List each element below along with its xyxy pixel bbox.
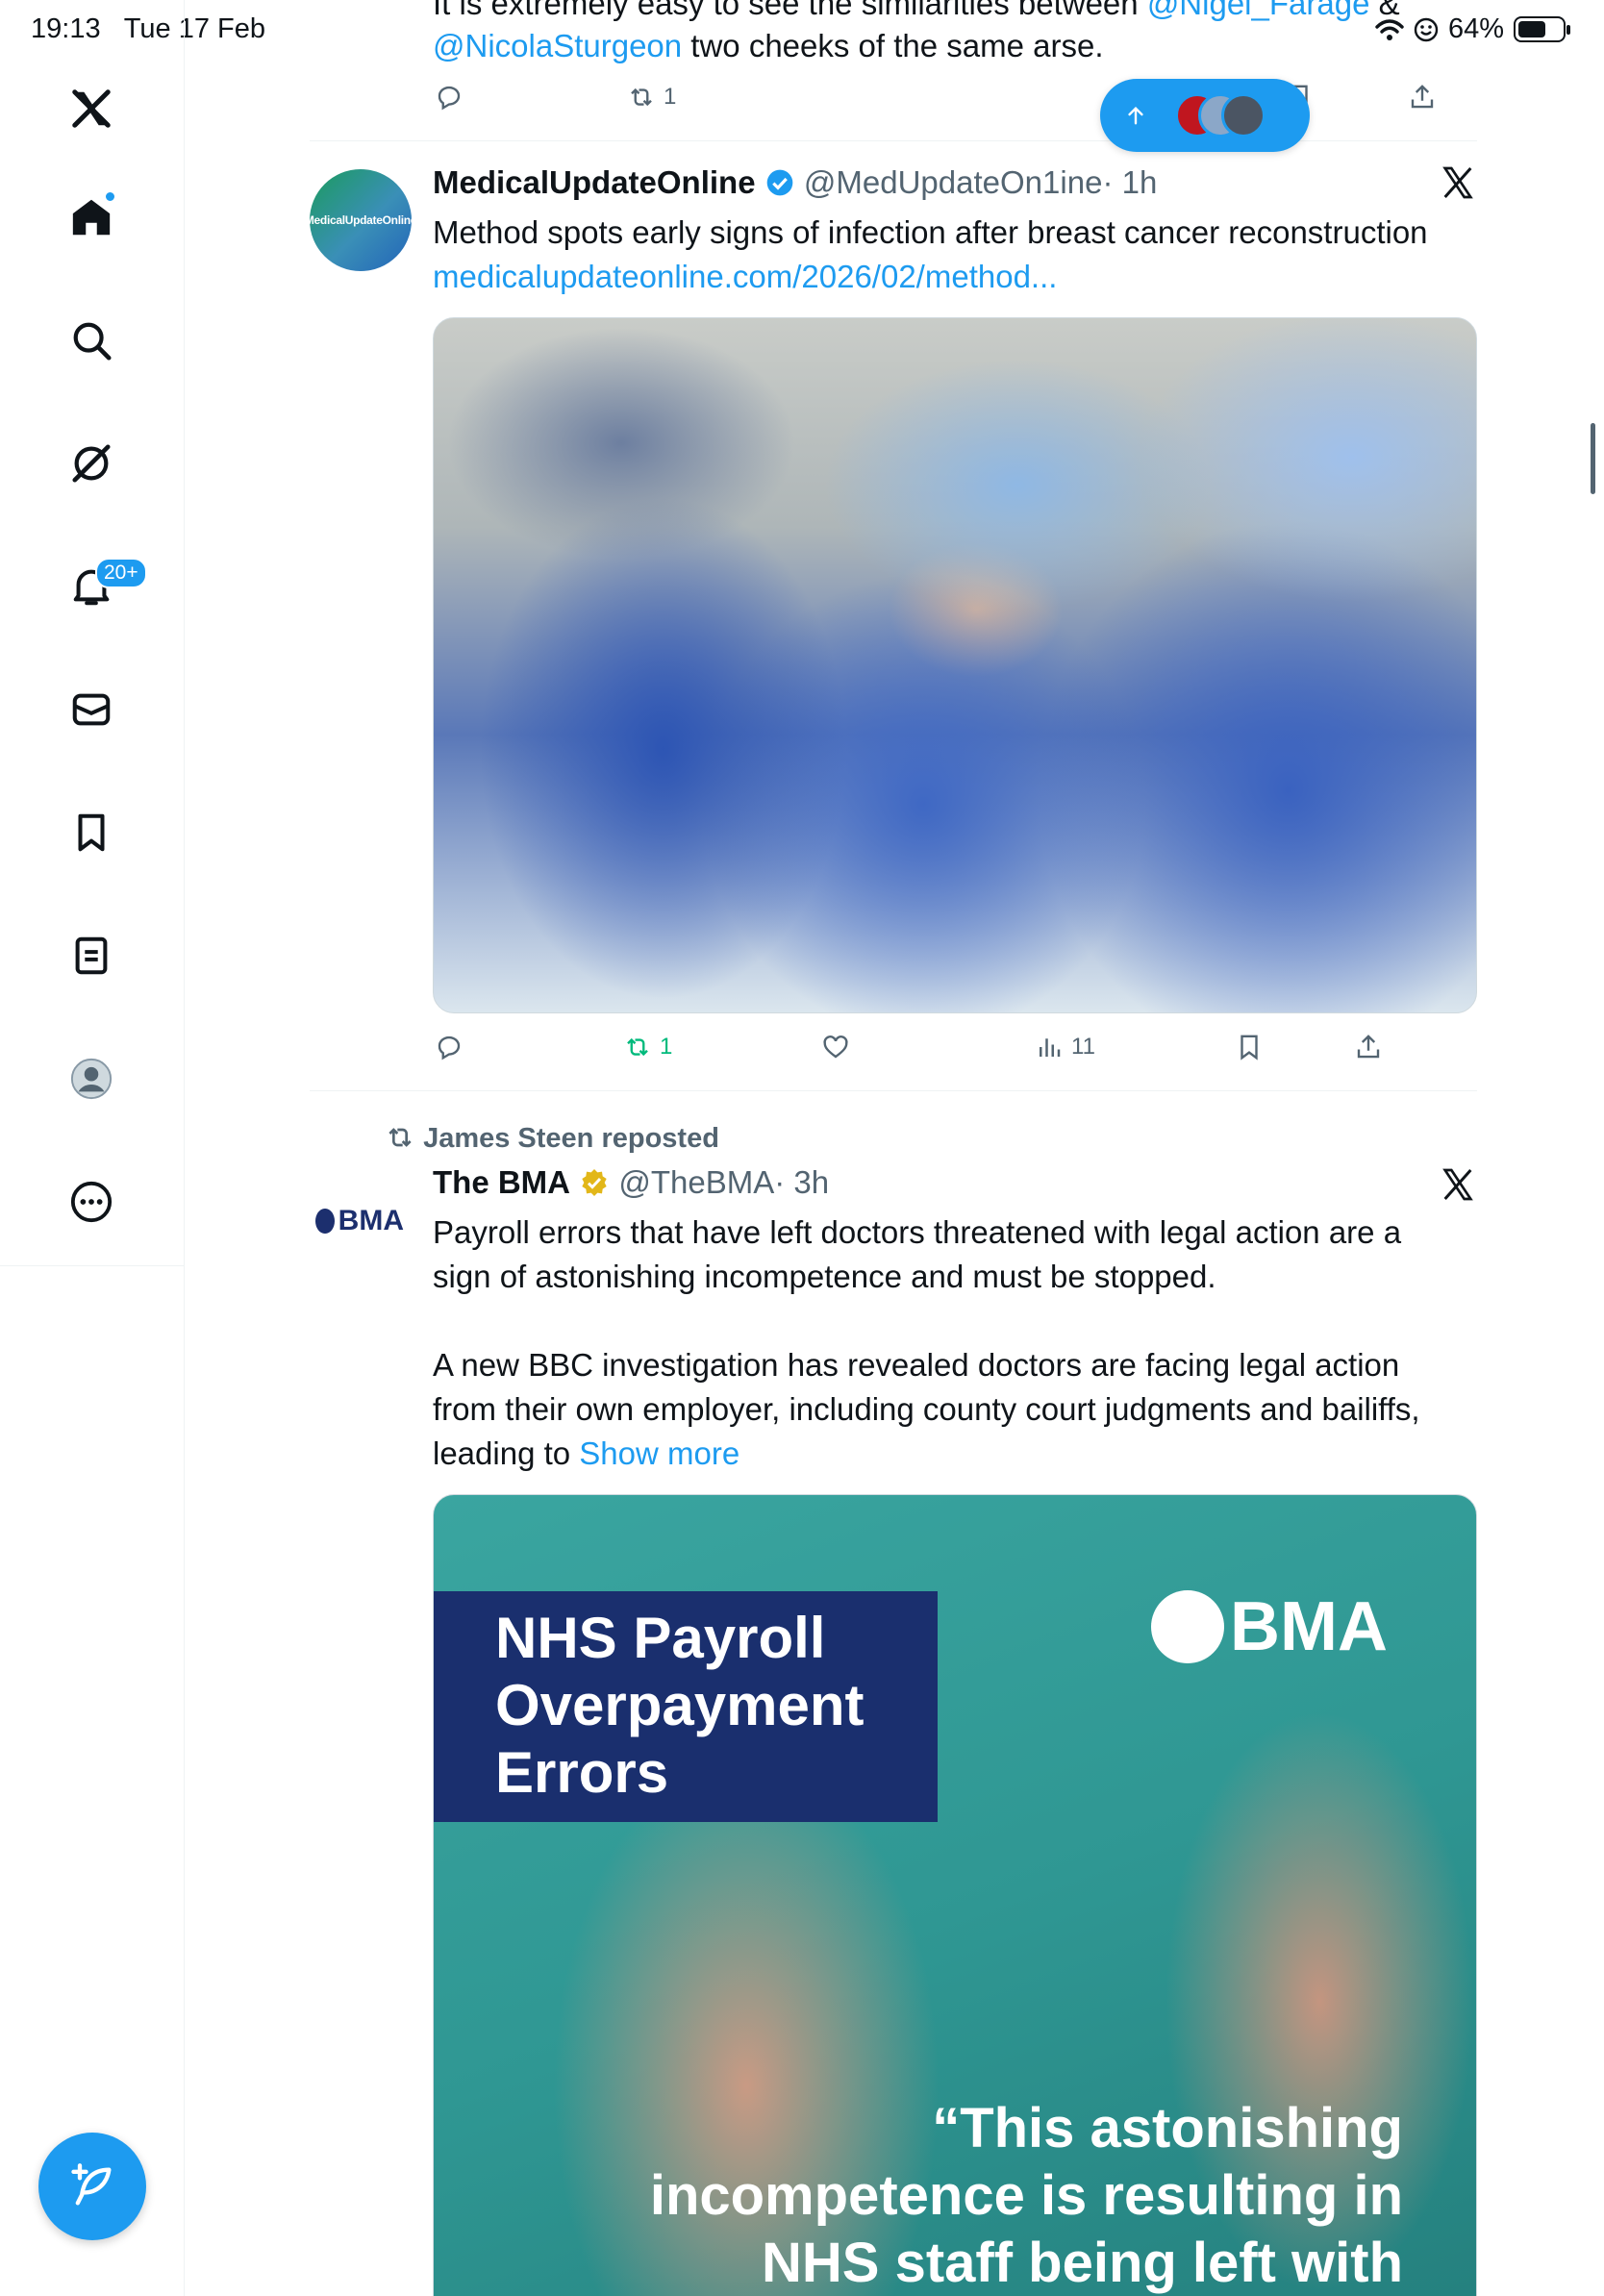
bma-logo-mark (315, 1209, 335, 1234)
image-headline-line: Errors (495, 1740, 669, 1805)
tweet-text-line: sign of astonishing incompetence and mus… (433, 1259, 1216, 1294)
image-quote-line: NHS staff being left with (762, 2232, 1403, 2294)
share-icon (1411, 85, 1434, 109)
bma-logo-text: BMA (1230, 1588, 1388, 1665)
image-quote: “This astonishing incompetence is result… (650, 2095, 1403, 2296)
pill-avatar (1221, 93, 1266, 137)
reply-button[interactable] (435, 1033, 464, 1061)
lists-icon[interactable] (61, 925, 122, 986)
sidebar: 20+ (0, 0, 185, 2296)
like-button[interactable] (821, 1033, 850, 1061)
repost-button[interactable]: 1 (627, 83, 676, 112)
previous-tweet-text-line2: @NicolaSturgeon two cheeks of the same a… (433, 28, 1104, 63)
author-name[interactable]: The BMA (433, 1164, 570, 1200)
tweet-text-line: from their own employer, including count… (433, 1391, 1420, 1427)
previous-tweet-actions: 1 32 (433, 83, 1477, 121)
notifications-bell-icon[interactable]: 20+ (61, 556, 147, 617)
repost-button[interactable]: 1 (623, 1033, 672, 1061)
sidebar-divider (0, 1265, 185, 1266)
author-handle[interactable]: @TheBMA (618, 1164, 774, 1200)
show-more-link[interactable]: Show more (579, 1435, 739, 1471)
avatar-logo-text: MedicalUpdateOnline (304, 213, 417, 227)
x-logo-icon[interactable] (61, 78, 122, 139)
tweet-text-line: A new BBC investigation has revealed doc… (433, 1347, 1400, 1383)
image-headline-line: NHS Payroll (495, 1606, 826, 1670)
repost-context: James Steen reposted (385, 1119, 719, 1158)
image-quote-line: “This astonishing (932, 2097, 1403, 2159)
repost-icon (631, 87, 652, 107)
arrow-up-icon (1128, 106, 1143, 125)
bookmark-button[interactable] (1235, 1033, 1264, 1061)
bookmark-icon (1241, 1035, 1258, 1061)
reply-icon (438, 1036, 461, 1061)
reply-button[interactable] (435, 83, 464, 112)
tweet-header: The BMA @TheBMA· 3h (433, 1163, 829, 1202)
tweet-separator (310, 1090, 1477, 1091)
tweet-time: · 3h (774, 1164, 830, 1200)
views-button[interactable]: 11 (1035, 1033, 1095, 1061)
mention-link[interactable]: @Nigel_Farage (1147, 0, 1370, 21)
battery-icon (1514, 16, 1570, 42)
author-name[interactable]: MedicalUpdateOnline (433, 164, 756, 200)
previous-tweet-text-line1: It is extremely easy to see the similari… (433, 0, 1400, 23)
mention-link[interactable]: @NicolaSturgeon (433, 28, 682, 63)
author-handle[interactable]: @MedUpdateOn1ine (804, 164, 1103, 200)
tweet-image-surgery[interactable] (433, 317, 1477, 1013)
repost-context-icon (388, 1128, 412, 1147)
repost-count: 1 (664, 84, 677, 110)
search-icon[interactable] (61, 310, 122, 371)
compose-feather-icon (71, 2163, 112, 2206)
verified-gold-badge-icon (582, 1169, 607, 1196)
tweet-separator (310, 140, 1477, 141)
repost-count: 1 (660, 1034, 673, 1060)
tweet-text-line: leading to Show more (433, 1435, 740, 1471)
new-posts-pill[interactable] (1100, 79, 1310, 152)
bookmarks-icon[interactable] (61, 802, 122, 863)
grok-icon[interactable] (61, 433, 122, 494)
verified-badge-icon (766, 169, 793, 196)
reply-icon (438, 86, 461, 111)
heart-icon (823, 1036, 848, 1059)
more-icon[interactable] (61, 1171, 122, 1233)
tweet-text: Method spots early signs of infection af… (433, 214, 1428, 250)
timeline-feed: It is extremely easy to see the similari… (305, 0, 1477, 2296)
messages-icon[interactable] (61, 679, 122, 740)
compose-post-button[interactable] (38, 2133, 146, 2240)
share-icon (1357, 1035, 1380, 1059)
bma-image-logo: BMA (1151, 1587, 1388, 1666)
image-quote-line: incompetence is resulting in (649, 2164, 1403, 2227)
notifications-badge: 20+ (95, 558, 147, 588)
tweet-actions: 1 11 (433, 1033, 1477, 1071)
tweet-time: · 1h (1102, 164, 1158, 200)
tweet-image-bma[interactable]: NHS Payroll Overpayment Errors BMA “This… (433, 1494, 1477, 2296)
bma-logo-mark (1151, 1590, 1224, 1663)
views-icon (1040, 1038, 1061, 1057)
tweet-header: MedicalUpdateOnline @MedUpdateOn1ine· 1h (433, 163, 1157, 202)
share-button[interactable] (1408, 83, 1437, 112)
views-count: 11 (1071, 1034, 1095, 1060)
share-button[interactable] (1354, 1033, 1383, 1061)
profile-avatar-icon[interactable] (61, 1048, 122, 1110)
home-icon[interactable] (61, 187, 122, 248)
x-brand-icon (1442, 1168, 1473, 1201)
image-headline-line: Overpayment (495, 1673, 865, 1737)
repost-label[interactable]: James Steen reposted (423, 1123, 719, 1154)
image-headline-box: NHS Payroll Overpayment Errors (434, 1591, 938, 1822)
scroll-indicator[interactable] (1591, 423, 1595, 494)
tweet-avatar[interactable]: MedicalUpdateOnline (305, 169, 416, 271)
repost-icon (627, 1037, 648, 1057)
home-unread-dot (104, 190, 116, 203)
new-posts-avatars (1175, 93, 1266, 137)
avatar-logo-text: BMA (338, 1205, 404, 1236)
tweet-text-line: Payroll errors that have left doctors th… (433, 1214, 1402, 1250)
x-brand-icon (1442, 166, 1473, 199)
tweet-avatar[interactable]: BMA (315, 1202, 404, 1240)
tweet-link[interactable]: medicalupdateonline.com/2026/02/method..… (433, 258, 1057, 296)
